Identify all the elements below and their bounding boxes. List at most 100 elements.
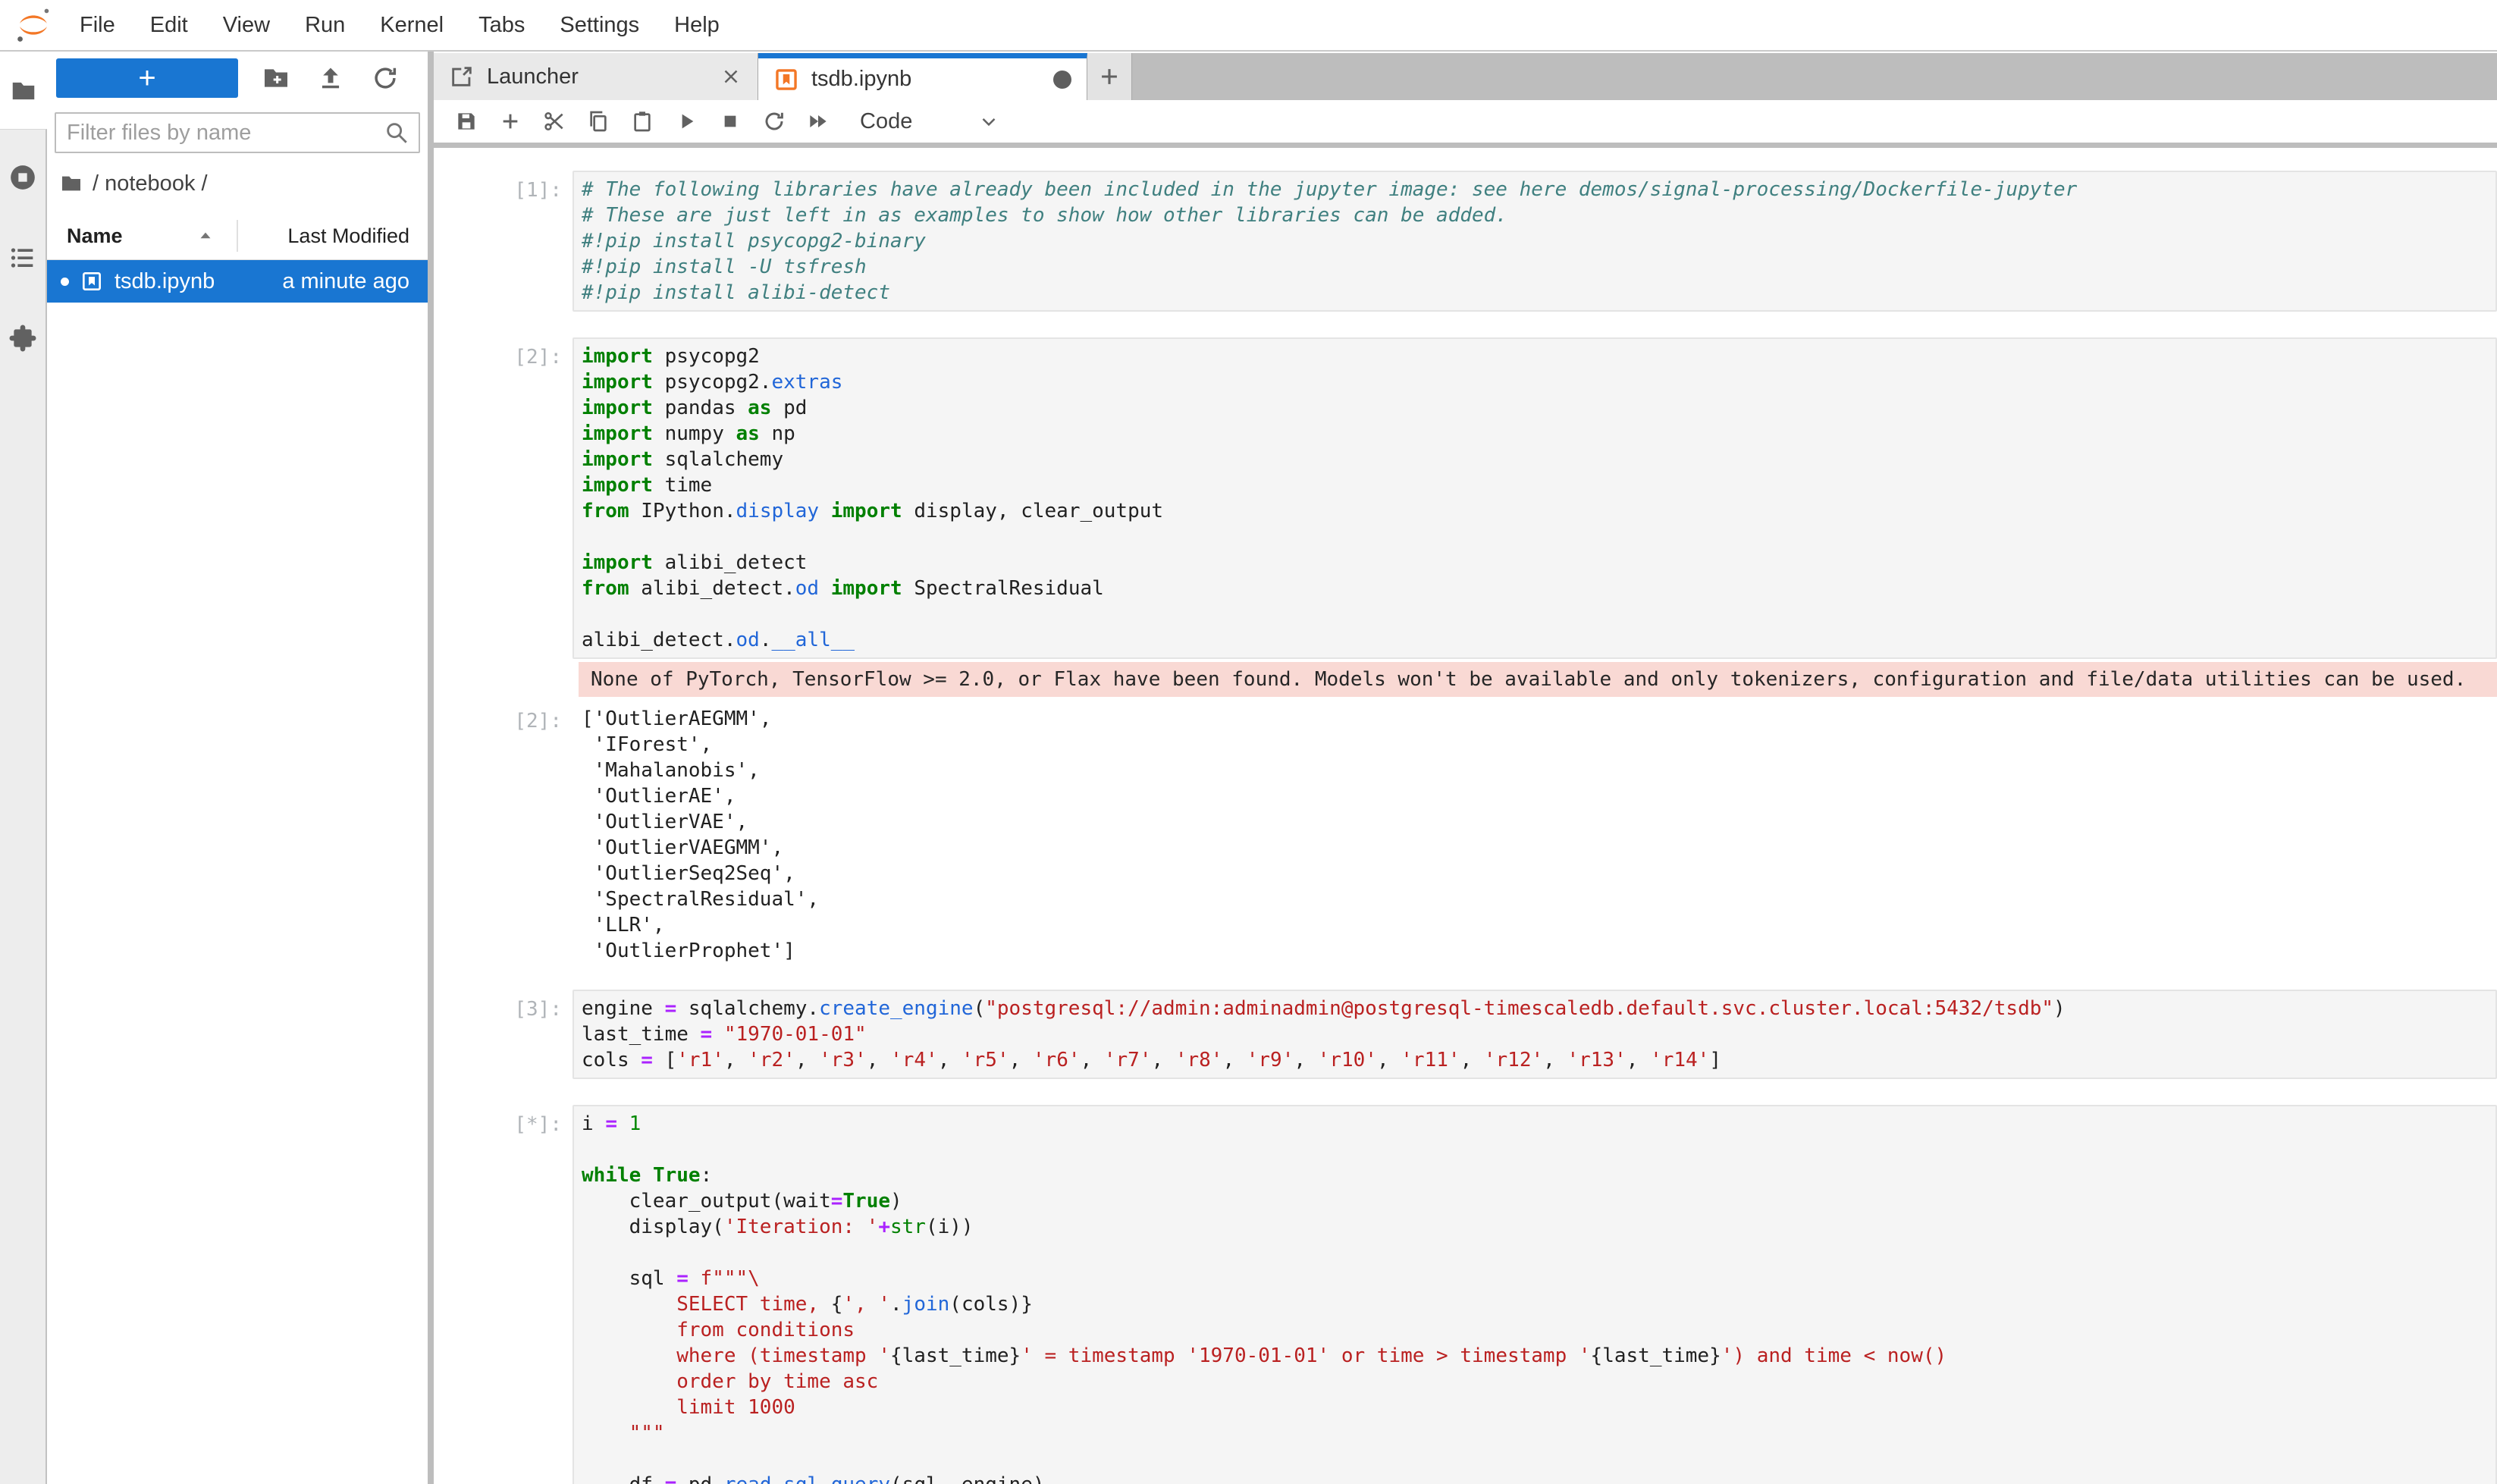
code-cell: [3]:engine = sqlalchemy.create_engine("p… bbox=[440, 990, 2497, 1079]
code-line: limit 1000 bbox=[582, 1395, 2489, 1420]
code-line: SELECT time, {', '.join(cols)} bbox=[582, 1291, 2489, 1317]
file-name: tsdb.ipynb bbox=[114, 269, 215, 294]
file-filter-input[interactable] bbox=[65, 120, 384, 146]
output-line: 'LLR', bbox=[582, 912, 2491, 938]
code-line: df = pd.read_sql_query(sql, engine) bbox=[582, 1472, 2489, 1484]
menu-bar: File Edit View Run Kernel Tabs Settings … bbox=[0, 0, 2497, 52]
sidebar-tab-table-of-contents[interactable] bbox=[0, 218, 45, 298]
column-divider bbox=[237, 220, 238, 252]
output-line: 'IForest', bbox=[582, 732, 2491, 758]
run-cell-button[interactable] bbox=[664, 102, 708, 140]
code-cell-editor[interactable]: i = 1 while True: clear_output(wait=True… bbox=[572, 1105, 2497, 1484]
left-sidebar-inactive-strip bbox=[0, 129, 47, 1484]
cell-type-dropdown[interactable]: Code bbox=[860, 109, 1000, 134]
output-line: 'Mahalanobis', bbox=[582, 758, 2491, 783]
code-line: # These are just left in as examples to … bbox=[582, 202, 2489, 228]
code-line: from IPython.display import display, cle… bbox=[582, 498, 2489, 524]
sidebar-tab-running-sessions[interactable] bbox=[0, 137, 45, 218]
code-editor-lines: engine = sqlalchemy.create_engine("postg… bbox=[582, 996, 2489, 1073]
code-line: alibi_detect.od.__all__ bbox=[582, 627, 2489, 653]
interrupt-kernel-button[interactable] bbox=[708, 102, 752, 140]
code-line: last_time = "1970-01-01" bbox=[582, 1021, 2489, 1047]
code-line: """ bbox=[582, 1420, 2489, 1446]
sidebar-tab-file-browser[interactable] bbox=[0, 53, 47, 129]
output-stderr: None of PyTorch, TensorFlow >= 2.0, or F… bbox=[579, 662, 2497, 697]
code-editor-lines: i = 1 while True: clear_output(wait=True… bbox=[582, 1111, 2489, 1484]
restart-run-all-button[interactable] bbox=[796, 102, 840, 140]
code-cell-editor[interactable]: import psycopg2import psycopg2.extrasimp… bbox=[572, 337, 2497, 659]
output-result: [2]:['OutlierAEGMM', 'IForest', 'Mahalan… bbox=[440, 701, 2497, 964]
tab-label: Launcher bbox=[487, 64, 579, 89]
breadcrumb-path[interactable]: / notebook / bbox=[93, 171, 208, 196]
breadcrumb: / notebook / bbox=[59, 168, 428, 199]
new-launcher-button[interactable]: + bbox=[56, 58, 238, 98]
file-list-item[interactable]: tsdb.ipynb a minute ago bbox=[47, 260, 428, 303]
code-line: import pandas as pd bbox=[582, 395, 2489, 421]
code-line: sql = f"""\ bbox=[582, 1266, 2489, 1291]
upload-button[interactable] bbox=[314, 61, 347, 95]
cut-cells-button[interactable] bbox=[532, 102, 576, 140]
menu-item-view[interactable]: View bbox=[205, 13, 287, 38]
output-line: 'OutlierSeq2Seq', bbox=[582, 861, 2491, 886]
code-line bbox=[582, 601, 2489, 627]
add-cell-button[interactable] bbox=[488, 102, 532, 140]
code-line: import numpy as np bbox=[582, 421, 2489, 447]
output-line: 'OutlierVAEGMM', bbox=[582, 835, 2491, 861]
column-header-last-modified[interactable]: Last Modified bbox=[287, 224, 409, 248]
sidebar-splitter[interactable] bbox=[428, 52, 434, 1484]
sort-ascending-icon bbox=[196, 226, 215, 246]
menu-item-run[interactable]: Run bbox=[287, 13, 362, 38]
tab-bar: Launcher tsdb.ipynb bbox=[434, 53, 2497, 100]
code-line: while True: bbox=[582, 1162, 2489, 1188]
code-line: cols = ['r1', 'r2', 'r3', 'r4', 'r5', 'r… bbox=[582, 1047, 2489, 1073]
code-line: import alibi_detect bbox=[582, 550, 2489, 576]
home-folder-icon[interactable] bbox=[59, 171, 83, 196]
jupyter-logo bbox=[15, 7, 52, 43]
copy-cells-button[interactable] bbox=[576, 102, 620, 140]
menu-item-help[interactable]: Help bbox=[657, 13, 737, 38]
file-modified: a minute ago bbox=[282, 269, 409, 294]
column-header-name[interactable]: Name bbox=[67, 224, 123, 248]
code-cell-editor[interactable]: engine = sqlalchemy.create_engine("postg… bbox=[572, 990, 2497, 1079]
output-result-text: ['OutlierAEGMM', 'IForest', 'Mahalanobis… bbox=[572, 701, 2497, 964]
notebook-scroll-area[interactable]: [1]:# The following libraries have alrea… bbox=[434, 148, 2497, 1484]
restart-kernel-button[interactable] bbox=[752, 102, 796, 140]
new-tab-button[interactable] bbox=[1087, 53, 1132, 100]
menu-items: File Edit View Run Kernel Tabs Settings … bbox=[62, 13, 737, 38]
menu-item-tabs[interactable]: Tabs bbox=[461, 13, 542, 38]
code-line: order by time asc bbox=[582, 1369, 2489, 1395]
menu-item-kernel[interactable]: Kernel bbox=[362, 13, 461, 38]
plus-icon bbox=[1096, 64, 1122, 89]
code-line: import sqlalchemy bbox=[582, 447, 2489, 472]
notebook-toolbar: Code bbox=[434, 100, 2497, 148]
code-cell: [1]:# The following libraries have alrea… bbox=[440, 171, 2497, 312]
code-line: import psycopg2.extras bbox=[582, 369, 2489, 395]
cell-input-prompt: [3]: bbox=[440, 990, 572, 1079]
paste-cells-button[interactable] bbox=[620, 102, 664, 140]
code-cell: [2]:import psycopg2import psycopg2.extra… bbox=[440, 337, 2497, 659]
tab-launcher[interactable]: Launcher bbox=[434, 53, 758, 100]
output-line: ['OutlierAEGMM', bbox=[582, 706, 2491, 732]
sidebar-tab-extension-manager[interactable] bbox=[0, 298, 45, 378]
close-tab-icon[interactable] bbox=[720, 65, 742, 88]
tab-label: tsdb.ipynb bbox=[811, 67, 911, 92]
menu-item-settings[interactable]: Settings bbox=[542, 13, 657, 38]
cell-output-prompt: [2]: bbox=[440, 701, 572, 964]
refresh-button[interactable] bbox=[369, 61, 402, 95]
code-line: from alibi_detect.od import SpectralResi… bbox=[582, 576, 2489, 601]
save-button[interactable] bbox=[444, 102, 488, 140]
new-folder-button[interactable] bbox=[259, 61, 293, 95]
code-line: where (timestamp '{last_time}' = timesta… bbox=[582, 1343, 2489, 1369]
code-line bbox=[582, 524, 2489, 550]
left-sidebar-tabs bbox=[0, 53, 47, 1484]
tab-tsdb-notebook[interactable]: tsdb.ipynb bbox=[758, 53, 1087, 100]
output-line: 'OutlierAE', bbox=[582, 783, 2491, 809]
cell-input-prompt: [*]: bbox=[440, 1105, 572, 1484]
code-cell-editor[interactable]: # The following libraries have already b… bbox=[572, 171, 2497, 312]
menu-item-edit[interactable]: Edit bbox=[133, 13, 205, 38]
menu-item-file[interactable]: File bbox=[62, 13, 133, 38]
code-editor-lines: # The following libraries have already b… bbox=[582, 177, 2489, 306]
launcher-icon bbox=[449, 64, 475, 89]
notebook-icon bbox=[773, 67, 799, 93]
list-icon bbox=[8, 243, 38, 273]
